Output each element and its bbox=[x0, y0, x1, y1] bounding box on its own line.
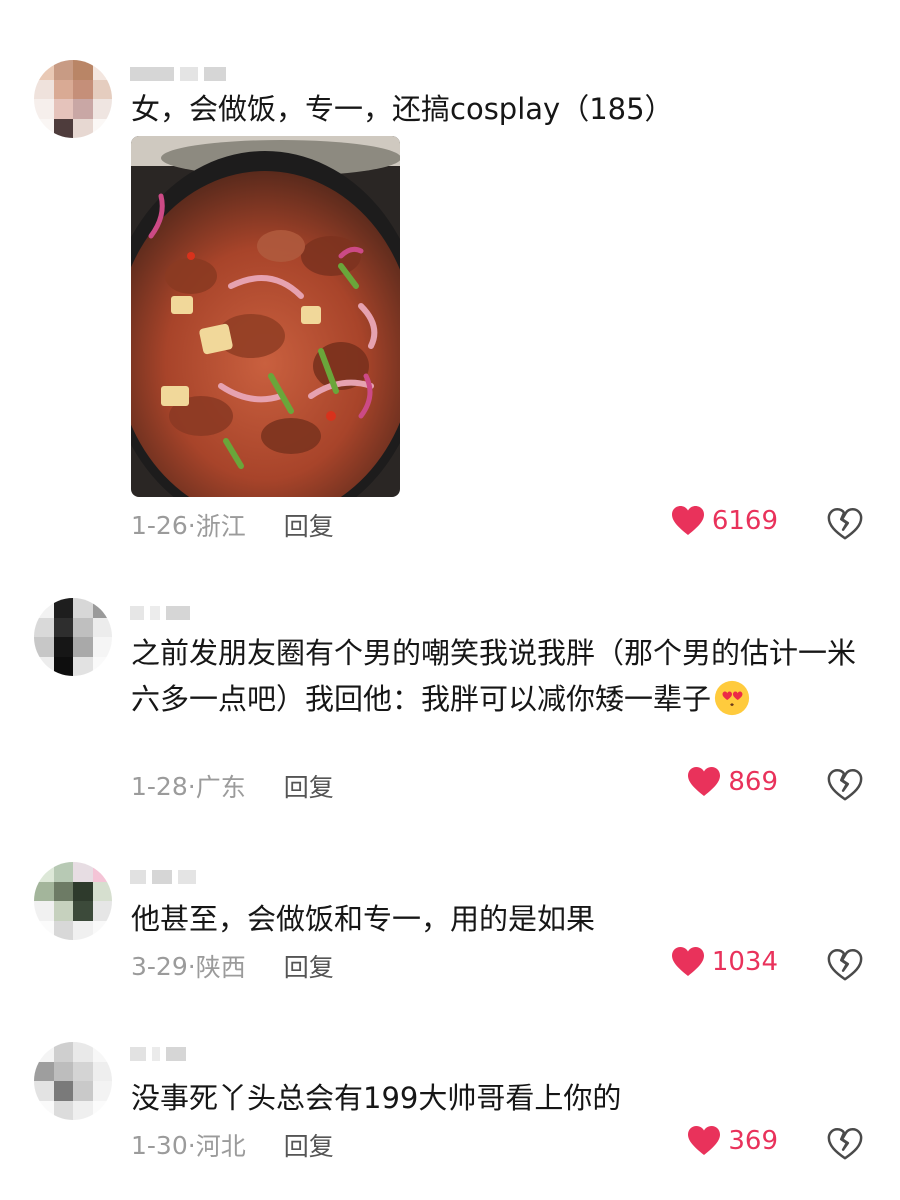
heart-eyes-emoji bbox=[714, 680, 750, 716]
comment-location: 浙江 bbox=[195, 512, 246, 541]
broken-heart-icon[interactable] bbox=[826, 766, 864, 804]
comment-meta: 1-26 · 浙江 回复 bbox=[131, 507, 334, 543]
avatar[interactable] bbox=[34, 1042, 112, 1120]
comment-date: 1-30 bbox=[131, 1130, 188, 1160]
comment-text: 他甚至，会做饭和专一，用的是如果 bbox=[131, 902, 596, 936]
heart-icon bbox=[672, 506, 704, 536]
like-count: 6169 bbox=[711, 506, 778, 536]
heart-icon bbox=[672, 947, 704, 977]
reply-button[interactable]: 回复 bbox=[284, 768, 334, 804]
heart-icon bbox=[688, 767, 720, 797]
comment-location: 河北 bbox=[195, 1132, 246, 1161]
comment-meta: 1-30 · 河北 回复 bbox=[131, 1127, 334, 1163]
username-blurred[interactable] bbox=[130, 1046, 186, 1062]
username-blurred[interactable] bbox=[130, 66, 226, 82]
broken-heart-icon[interactable] bbox=[826, 1125, 864, 1163]
comment-meta: 3-29 · 陕西 回复 bbox=[131, 948, 334, 984]
broken-heart-icon[interactable] bbox=[826, 946, 864, 984]
comment-image[interactable] bbox=[131, 136, 400, 497]
like-button[interactable]: 1034 bbox=[672, 947, 778, 977]
comment-date: 1-26 bbox=[131, 510, 188, 540]
comment-meta: 1-28 · 广东 回复 bbox=[131, 768, 334, 804]
heart-icon bbox=[688, 1126, 720, 1156]
like-count: 869 bbox=[728, 767, 778, 797]
food-photo bbox=[131, 136, 400, 497]
comment-date: 1-28 bbox=[131, 771, 188, 801]
like-button[interactable]: 6169 bbox=[672, 506, 778, 536]
username-blurred[interactable] bbox=[130, 605, 190, 621]
like-button[interactable]: 369 bbox=[688, 1126, 778, 1156]
reply-button[interactable]: 回复 bbox=[284, 948, 334, 984]
comment-text: 之前发朋友圈有个男的嘲笑我说我胖（那个男的估计一米六多一点吧）我回他：我胖可以减… bbox=[131, 636, 857, 716]
comment-location: 陕西 bbox=[195, 953, 246, 982]
broken-heart-icon[interactable] bbox=[826, 505, 864, 543]
avatar[interactable] bbox=[34, 60, 112, 138]
reply-button[interactable]: 回复 bbox=[284, 507, 334, 543]
comment-location: 广东 bbox=[195, 773, 246, 802]
comment-text: 女，会做饭，专一，还搞cosplay（185） bbox=[131, 92, 674, 126]
avatar[interactable] bbox=[34, 862, 112, 940]
reply-button[interactable]: 回复 bbox=[284, 1127, 334, 1163]
comment-text: 没事死丫头总会有199大帅哥看上你的 bbox=[131, 1081, 622, 1115]
username-blurred[interactable] bbox=[130, 869, 196, 885]
comment-date: 3-29 bbox=[131, 951, 188, 981]
avatar[interactable] bbox=[34, 598, 112, 676]
like-count: 1034 bbox=[711, 947, 778, 977]
like-count: 369 bbox=[728, 1126, 778, 1156]
like-button[interactable]: 869 bbox=[688, 767, 778, 797]
